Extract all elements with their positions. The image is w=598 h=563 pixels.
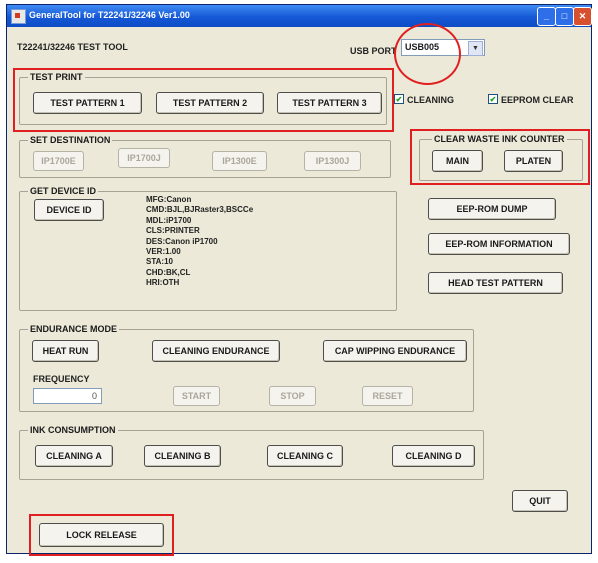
heat-run-button[interactable]: HEAT RUN	[32, 340, 99, 362]
eeprom-clear-label: EEPROM CLEAR	[501, 95, 574, 105]
chevron-down-icon[interactable]: ▼	[468, 41, 483, 56]
minimize-button[interactable]: _	[537, 7, 556, 26]
usb-port-label: USB PORT	[350, 46, 397, 56]
stop-button[interactable]: STOP	[269, 386, 316, 406]
test-pattern-3-button[interactable]: TEST PATTERN 3	[277, 92, 382, 114]
ip1700e-button[interactable]: IP1700E	[33, 151, 84, 171]
eeprom-dump-button[interactable]: EEP-ROM DUMP	[428, 198, 556, 220]
start-button[interactable]: START	[173, 386, 220, 406]
frequency-value: 0	[91, 391, 97, 401]
endurance-mode-title: ENDURANCE MODE	[28, 324, 120, 334]
device-info-line: CLS:PRINTER	[146, 226, 200, 236]
cap-wipping-endurance-button[interactable]: CAP WIPPING ENDURANCE	[323, 340, 467, 362]
cleaning-endurance-button[interactable]: CLEANING ENDURANCE	[152, 340, 280, 362]
tool-label: T22241/32246 TEST TOOL	[17, 42, 128, 52]
head-test-pattern-button[interactable]: HEAD TEST PATTERN	[428, 272, 563, 294]
cleaning-d-button[interactable]: CLEANING D	[392, 445, 475, 467]
test-pattern-1-button[interactable]: TEST PATTERN 1	[33, 92, 142, 114]
device-info-line: MFG:Canon	[146, 195, 192, 204]
ip1700j-button[interactable]: IP1700J	[118, 148, 170, 168]
highlight-circle	[394, 23, 461, 85]
frequency-input[interactable]: 0	[33, 388, 102, 404]
main-button[interactable]: MAIN	[432, 150, 483, 172]
cleaning-b-button[interactable]: CLEANING B	[144, 445, 221, 467]
ink-consumption-title: INK CONSUMPTION	[28, 425, 118, 435]
get-device-id-title: GET DEVICE ID	[28, 186, 99, 196]
lock-release-button[interactable]: LOCK RELEASE	[39, 523, 164, 547]
eeprom-clear-checkbox[interactable]: ✔	[488, 94, 498, 104]
frequency-label: FREQUENCY	[33, 374, 90, 384]
maximize-button[interactable]: □	[555, 7, 574, 26]
device-info-line: VER:1.00	[146, 247, 181, 257]
cleaning-c-button[interactable]: CLEANING C	[267, 445, 343, 467]
set-destination-title: SET DESTINATION	[28, 135, 113, 145]
platen-button[interactable]: PLATEN	[504, 150, 563, 172]
title-bar[interactable]: GeneralTool for T22241/32246 Ver1.00 _ □…	[7, 5, 592, 27]
device-info-line: MDL:iP1700	[146, 215, 192, 225]
close-button[interactable]: ✕	[573, 7, 592, 26]
cleaning-label: CLEANING	[407, 95, 454, 105]
device-info-line: HRI:OTH	[146, 278, 180, 288]
cleaning-checkbox[interactable]: ✔	[394, 94, 404, 104]
quit-button[interactable]: QUIT	[512, 490, 568, 512]
device-id-output: MFG:Canon CMD:BJL,BJRaster3,BSCCe MDL:iP…	[146, 195, 253, 289]
ip1300j-button[interactable]: IP1300J	[304, 151, 361, 171]
app-icon	[11, 9, 26, 24]
device-info-line: CHD:BK,CL	[146, 267, 191, 277]
test-pattern-2-button[interactable]: TEST PATTERN 2	[156, 92, 264, 114]
device-info-line: CMD:BJL,BJRaster3,BSCCe	[146, 205, 254, 215]
reset-button[interactable]: RESET	[362, 386, 413, 406]
eeprom-information-button[interactable]: EEP-ROM INFORMATION	[428, 233, 570, 255]
window-title: GeneralTool for T22241/32246 Ver1.00	[29, 10, 190, 20]
cleaning-a-button[interactable]: CLEANING A	[35, 445, 113, 467]
device-info-line: DES:Canon iP1700	[146, 236, 218, 246]
device-info-line: STA:10	[146, 257, 173, 267]
app-window: GeneralTool for T22241/32246 Ver1.00 _ □…	[6, 4, 592, 556]
device-id-button[interactable]: DEVICE ID	[34, 199, 104, 221]
ip1300e-button[interactable]: IP1300E	[212, 151, 267, 171]
